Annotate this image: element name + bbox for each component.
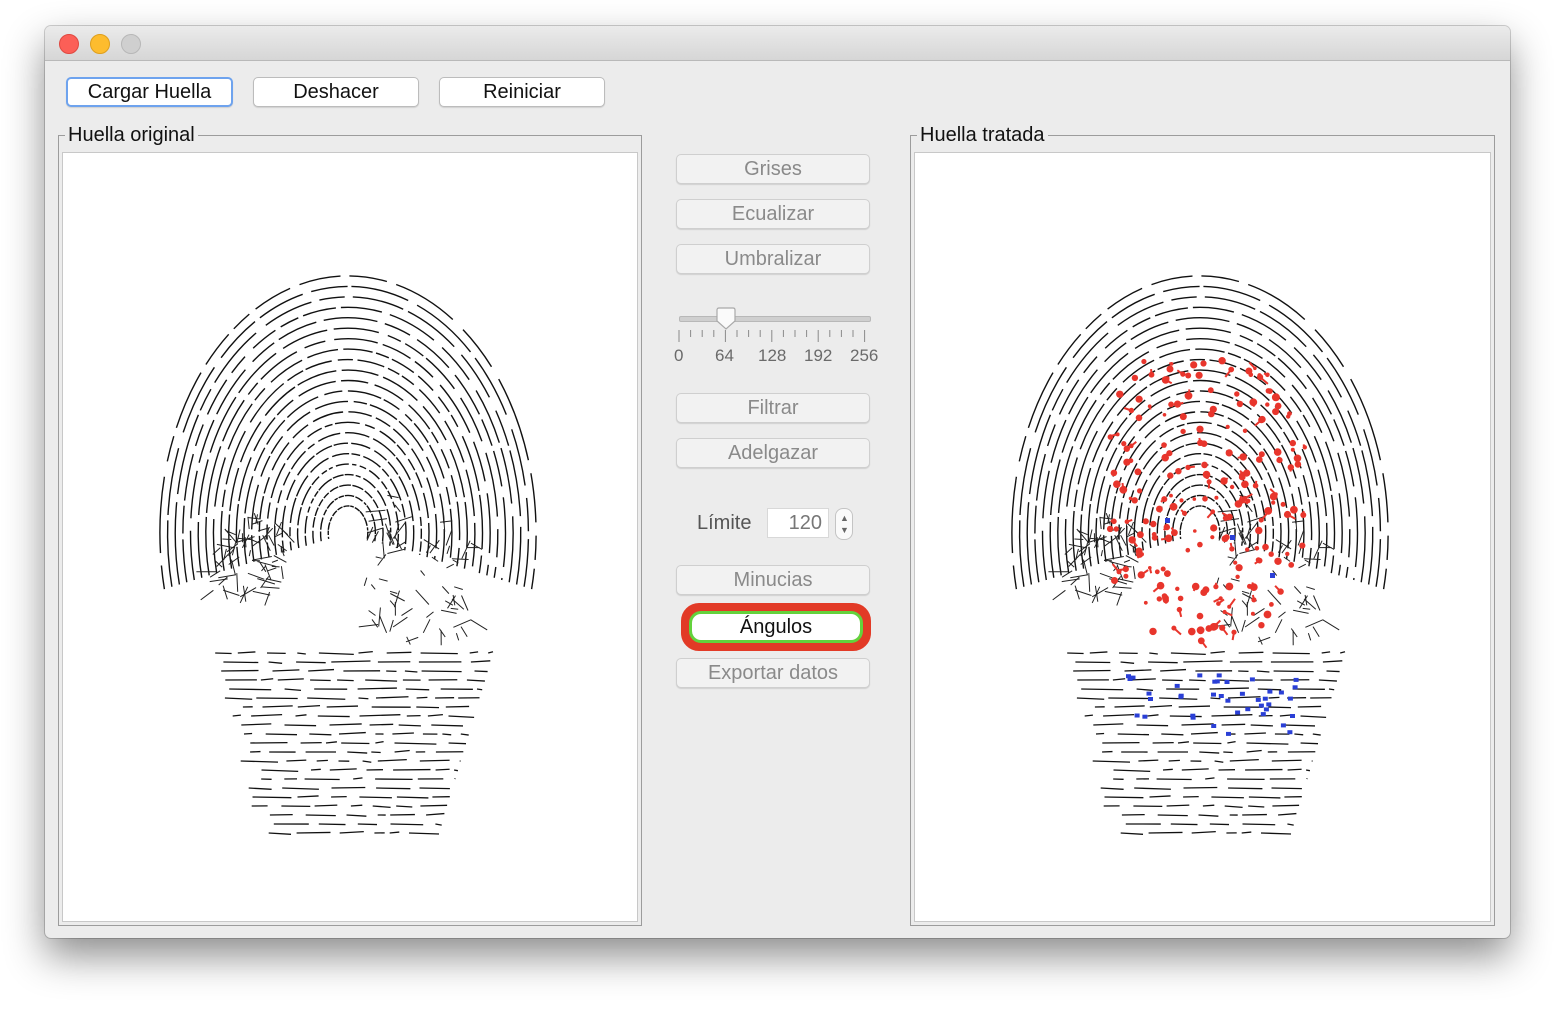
title-bar: [45, 26, 1510, 61]
slider-tick-label: 256: [850, 346, 879, 365]
threshold-slider-track[interactable]: [679, 316, 871, 322]
maximize-window-button[interactable]: [121, 34, 141, 54]
limit-stepper[interactable]: ▲ ▼: [835, 508, 853, 540]
processed-fingerprint-panel: Huella tratada: [910, 123, 1495, 926]
export-data-button[interactable]: Exportar datos: [676, 658, 870, 688]
threshold-slider-ticks: [678, 330, 866, 342]
limit-label: Límite: [697, 512, 752, 534]
slider-tick-label: 0: [674, 346, 684, 365]
close-window-button[interactable]: [59, 34, 79, 54]
minimize-window-button[interactable]: [90, 34, 110, 54]
original-fingerprint-panel: Huella original: [58, 123, 642, 926]
slider-tick-label: 128: [758, 346, 787, 365]
adelgazar-button[interactable]: Adelgazar: [676, 438, 870, 468]
fingerprint-ridges: [1011, 275, 1389, 835]
chevron-down-icon[interactable]: ▼: [840, 526, 849, 535]
ecualizar-button[interactable]: Ecualizar: [676, 199, 870, 229]
slider-tick-label: 192: [804, 346, 833, 365]
processed-panel-title: Huella tratada: [917, 123, 1048, 147]
original-fingerprint-canvas: [62, 152, 638, 922]
minucias-button[interactable]: Minucias: [676, 565, 870, 595]
chevron-up-icon[interactable]: ▲: [840, 514, 849, 523]
original-fingerprint-image: [159, 275, 537, 835]
load-fingerprint-button[interactable]: Cargar Huella: [66, 77, 233, 107]
original-panel-title: Huella original: [65, 123, 198, 147]
processed-fingerprint-canvas: [914, 152, 1491, 922]
minutiae-red-markers: [1106, 357, 1307, 649]
fingerprint-ridges: [159, 275, 537, 835]
app-window: Cargar Huella Deshacer Reiniciar Huella …: [45, 26, 1510, 938]
limit-input[interactable]: 120: [767, 508, 829, 538]
reset-button[interactable]: Reiniciar: [439, 77, 605, 107]
filtrar-button[interactable]: Filtrar: [676, 393, 870, 423]
grises-button[interactable]: Grises: [676, 154, 870, 184]
processed-fingerprint-image: [1011, 275, 1389, 835]
threshold-slider-thumb[interactable]: [715, 307, 737, 331]
slider-tick-label: 64: [715, 346, 734, 365]
undo-button[interactable]: Deshacer: [253, 77, 419, 107]
angulos-button[interactable]: Ángulos: [689, 611, 863, 643]
umbralizar-button[interactable]: Umbralizar: [676, 244, 870, 274]
